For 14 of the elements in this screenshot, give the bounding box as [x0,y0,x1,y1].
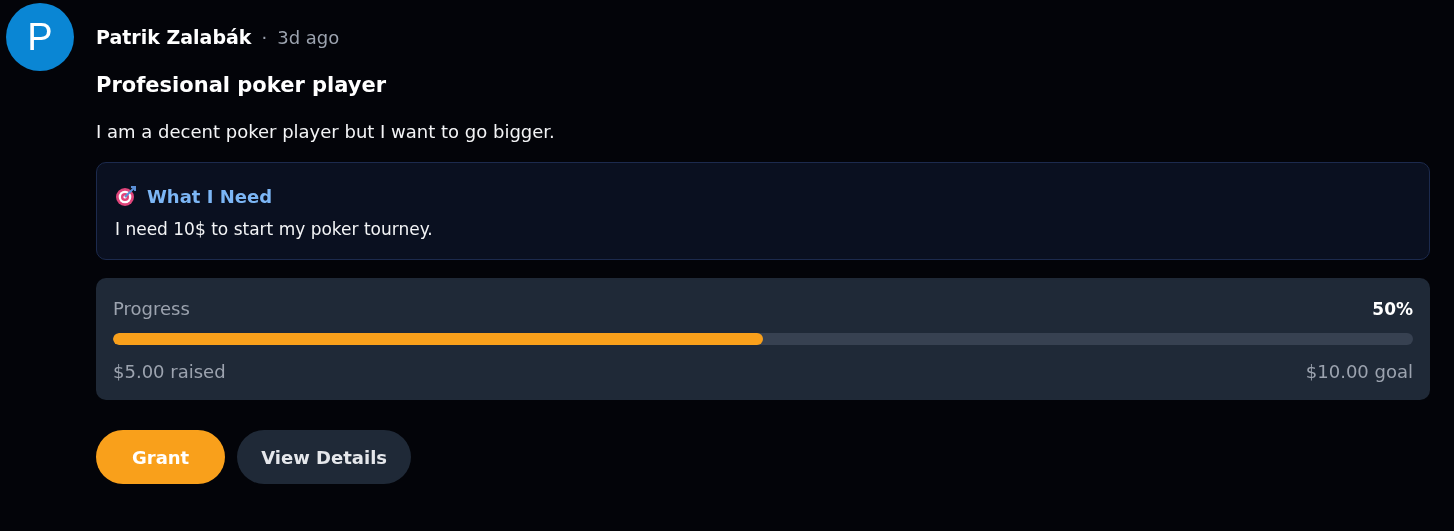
progress-percent: 50% [1372,298,1413,319]
target-icon [115,185,137,207]
separator-dot: · [261,26,268,48]
post-body: I am a decent poker player but I want to go bigger. [96,121,556,142]
progress-label: Progress [113,298,190,319]
post-time: 3d ago [277,26,340,48]
view-details-button[interactable]: View Details [237,430,412,484]
need-text: I need 10$ to start my poker tourney. [115,219,434,239]
author-name: Patrik Zalabák [96,26,252,48]
raised-amount: $5.00 raised [113,361,226,382]
post-title: Profesional poker player [96,73,388,97]
need-heading: What I Need [147,185,272,207]
avatar: P [6,3,74,71]
goal-amount: $10.00 goal [1305,361,1413,382]
